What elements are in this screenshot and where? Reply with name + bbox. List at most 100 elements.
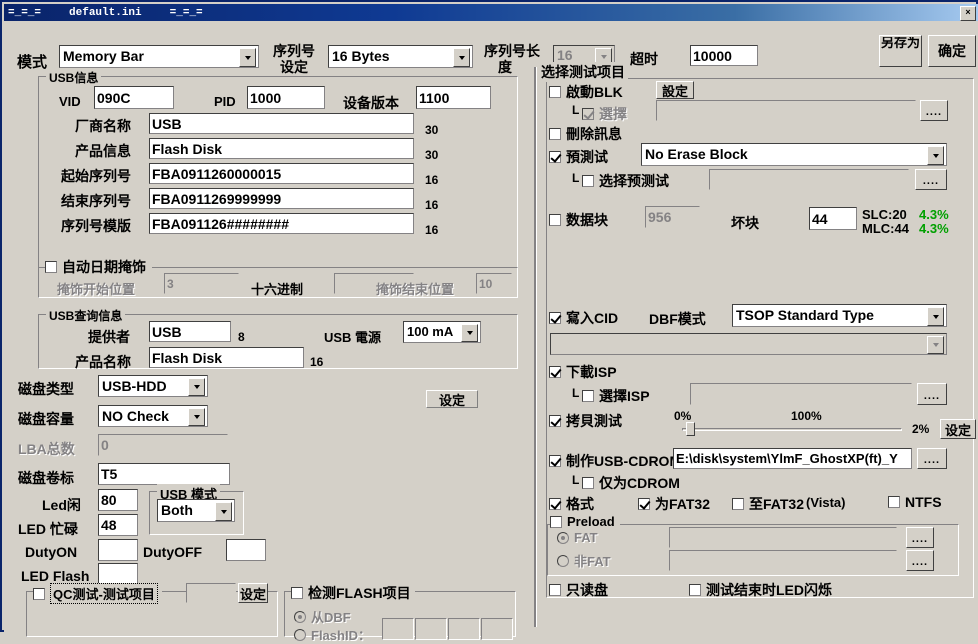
start-blk-setting-button[interactable]: 設定 [656, 81, 694, 99]
led-idle-input[interactable]: 80 [98, 489, 138, 511]
disk-setting-button[interactable]: 设定 [426, 390, 478, 408]
copy-test-setting-button[interactable]: 设定 [940, 419, 976, 439]
chevron-down-icon[interactable] [188, 408, 205, 426]
tree-elbow-icon: L [572, 103, 580, 117]
checkbox-box [732, 498, 744, 510]
volume-label-input[interactable]: T5 [98, 463, 230, 485]
preload-checkbox[interactable]: Preload [550, 514, 620, 529]
start-blk-browse-button[interactable]: .... [920, 100, 948, 121]
data-block-input[interactable]: 956 [645, 206, 700, 228]
to-fat32-checkbox[interactable]: 为FAT32 [638, 494, 710, 514]
pretest-select-checkbox[interactable]: 选择预测试 [582, 171, 669, 191]
pretest-select-path-input[interactable] [709, 169, 909, 190]
flashid-input-3[interactable] [481, 618, 513, 640]
product-info-input[interactable]: Flash Disk [149, 138, 414, 159]
copy-test-label: 拷貝測试 [566, 413, 622, 429]
delete-message-checkbox[interactable]: 刪除訊息 [549, 124, 622, 144]
disk-capacity-select[interactable]: NO Check [98, 405, 208, 427]
select-isp-browse-button[interactable]: .... [917, 383, 947, 405]
pretest-checkbox[interactable]: 預測试 [549, 147, 608, 167]
flashid-input-2[interactable] [448, 618, 480, 640]
qc-test-checkbox[interactable]: QC测试-测试项目 [33, 583, 162, 604]
product-name-input[interactable]: Flash Disk [149, 347, 304, 368]
nonfat-browse-button[interactable]: .... [906, 550, 934, 571]
auto-date-mask-checkbox[interactable]: 自动日期掩饰 [45, 257, 152, 277]
fat-path-input[interactable] [669, 527, 897, 548]
qc-test-input[interactable] [186, 583, 236, 603]
start-blk-checkbox[interactable]: 啟動BLK [549, 82, 623, 102]
usb-power-select[interactable]: 100 mA [403, 321, 481, 343]
duty-off-input[interactable] [226, 539, 266, 561]
format-checkbox[interactable]: 格式 [549, 494, 594, 514]
chevron-down-icon[interactable] [927, 336, 944, 354]
chevron-down-icon[interactable] [927, 307, 944, 326]
choose-checkbox[interactable]: 選擇 [582, 104, 627, 124]
slider-thumb[interactable] [686, 422, 695, 436]
copy-test-slider[interactable] [682, 422, 902, 436]
write-cid-checkbox[interactable]: 寫入CID [549, 308, 618, 328]
select-isp-checkbox[interactable]: 選擇ISP [582, 386, 650, 406]
flashid-input-0[interactable] [382, 618, 414, 640]
readonly-disk-checkbox[interactable]: 只读盘 [549, 580, 608, 600]
nonfat-radio[interactable]: 非FAT [557, 551, 611, 570]
vendor-name-length: 30 [425, 123, 439, 137]
start-serial-input[interactable]: FBA0911260000015 [149, 163, 414, 184]
device-version-input[interactable]: 1100 [416, 86, 491, 109]
fat-radio[interactable]: FAT [557, 530, 598, 545]
led-blink-on-finish-checkbox[interactable]: 测试结束时LED闪烁 [689, 580, 832, 600]
pretest-select[interactable]: No Erase Block [641, 143, 947, 166]
duty-on-input[interactable] [98, 539, 138, 561]
chevron-down-icon[interactable] [453, 48, 470, 67]
led-busy-input[interactable]: 48 [98, 514, 138, 536]
copy-test-checkbox[interactable]: 拷貝測试 [549, 411, 622, 431]
only-cdrom-checkbox[interactable]: 仅为CDROM [582, 473, 680, 493]
lba-total-input[interactable]: 0 [98, 434, 228, 456]
mode-select[interactable]: Memory Bar [59, 45, 259, 68]
cdrom-browse-button[interactable]: .... [917, 448, 947, 469]
disk-type-select[interactable]: USB-HDD [98, 375, 208, 397]
vendor-name-input[interactable]: USB [149, 113, 414, 134]
to-fat32-vista-checkbox[interactable]: 至FAT32 [732, 494, 804, 514]
pretest-select-browse-button[interactable]: .... [915, 169, 947, 190]
bad-block-input[interactable]: 44 [809, 207, 857, 230]
data-block-checkbox[interactable]: 数据块 [549, 210, 608, 230]
ok-button[interactable]: 确定 [928, 35, 976, 67]
start-serial-label: 起始序列号 [61, 168, 131, 184]
timeout-input[interactable]: 10000 [690, 45, 758, 66]
download-isp-checkbox[interactable]: 下載ISP [549, 362, 617, 382]
vendor-input[interactable]: USB [149, 321, 231, 342]
close-icon[interactable]: × [960, 6, 976, 21]
usb-mode-select[interactable]: Both [157, 499, 235, 522]
chevron-down-icon[interactable] [188, 378, 205, 396]
save-as-button[interactable]: 另存为 [879, 35, 922, 67]
volume-label-label: 磁盘卷标 [18, 470, 74, 486]
chevron-down-icon[interactable] [239, 48, 256, 67]
vid-input[interactable]: 090C [94, 86, 174, 109]
chevron-down-icon[interactable] [461, 324, 478, 342]
start-blk-path-input[interactable] [656, 100, 916, 121]
ntfs-checkbox[interactable]: NTFS [888, 494, 942, 510]
pid-input[interactable]: 1000 [247, 86, 325, 109]
chevron-down-icon[interactable] [215, 502, 232, 521]
from-dbf-radio[interactable]: 从DBF [294, 607, 351, 626]
cdrom-path-input[interactable]: E:\disk\system\YlmF_GhostXP(ft)_Y [673, 448, 912, 469]
fat-browse-button[interactable]: .... [906, 527, 934, 548]
qc-setting-button[interactable]: 设定 [238, 583, 268, 603]
led-flash-input[interactable] [98, 563, 138, 585]
dbf-extra-select[interactable] [550, 333, 947, 355]
checkbox-box [33, 587, 45, 600]
end-serial-input[interactable]: FBA0911269999999 [149, 188, 414, 209]
chevron-down-icon[interactable] [927, 146, 944, 165]
make-usb-cdrom-checkbox[interactable]: 制作USB-CDROM [549, 451, 681, 471]
mask-start-input[interactable]: 3 [164, 273, 239, 294]
flashid-radio[interactable]: FlashID： [294, 625, 371, 644]
product-info-label: 产品信息 [75, 143, 131, 159]
dbf-mode-select[interactable]: TSOP Standard Type [732, 304, 947, 327]
select-isp-path-input[interactable] [690, 383, 912, 405]
serial-device-select[interactable]: 16 Bytes [328, 45, 473, 68]
mask-end-input[interactable]: 10 [476, 273, 512, 294]
flash-detect-checkbox[interactable]: 检测FLASH项目 [291, 583, 415, 603]
serial-template-input[interactable]: FBA091126######## [149, 213, 414, 234]
nonfat-path-input[interactable] [669, 550, 897, 571]
flashid-input-1[interactable] [415, 618, 447, 640]
